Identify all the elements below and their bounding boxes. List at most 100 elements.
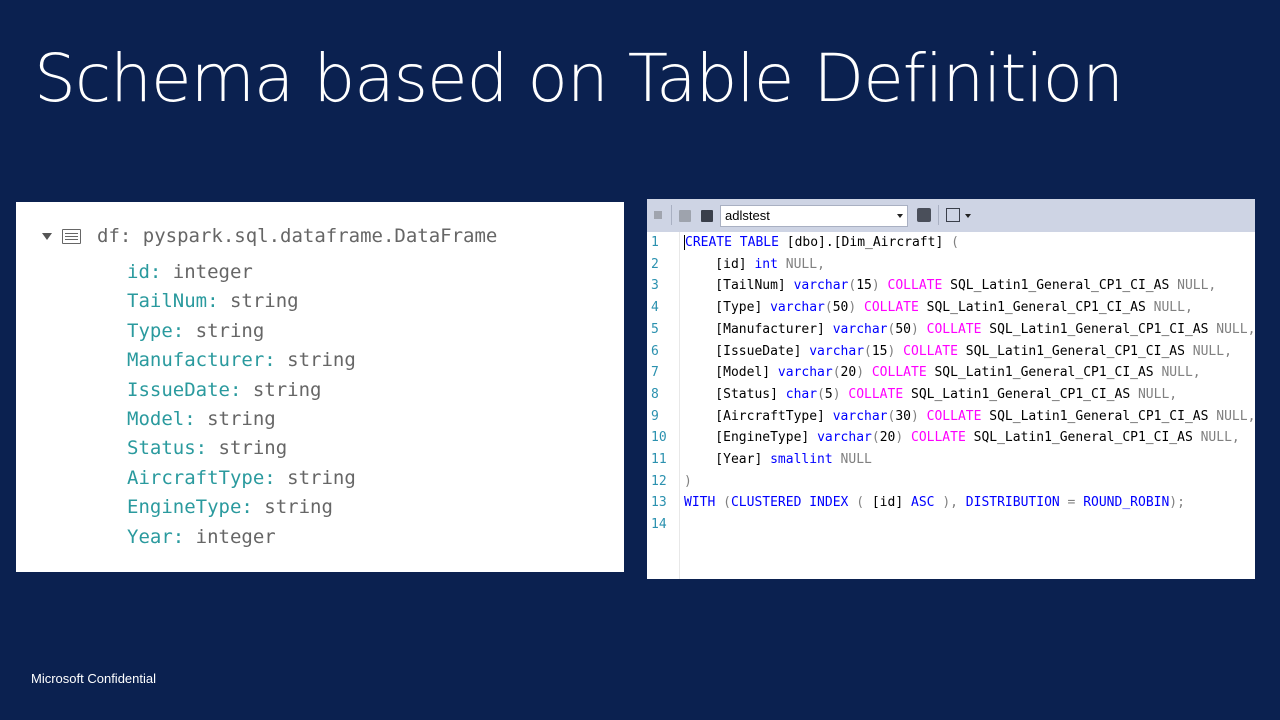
code-token: CLUSTERED INDEX	[730, 495, 849, 511]
slide-title: Schema based on Table Definition	[34, 40, 1124, 117]
code-token: (	[723, 495, 731, 511]
code-token: 30	[895, 408, 911, 424]
code-token: varchar	[817, 430, 872, 446]
database-select[interactable]: adlstest	[720, 205, 908, 227]
code-token: )	[832, 386, 841, 402]
code-token: SQL_Latin1_General_CP1_CI_AS	[965, 430, 1201, 446]
code-token: [Status]	[684, 386, 786, 402]
results-grid-icon[interactable]	[946, 208, 960, 222]
code-token: )	[871, 278, 880, 294]
connect-icon[interactable]	[679, 210, 691, 222]
code-token: COLLATE	[903, 343, 958, 359]
code-token: 15	[871, 343, 888, 359]
code-token: NULL,	[785, 256, 825, 272]
code-token: ASC	[911, 495, 935, 511]
code-text: [IssueDate] varchar(15) COLLATE SQL_Lati…	[684, 341, 1232, 363]
editor-toolbar: adlstest	[647, 199, 1255, 232]
schema-field: Model: string	[127, 405, 356, 434]
schema-field-list: id: integer TailNum: string Type: string Ma…	[127, 258, 356, 552]
code-text: [id] int NULL,	[684, 254, 825, 276]
code-token: 20	[879, 430, 896, 446]
code-token: [TailNum]	[684, 278, 794, 294]
code-token: COLLATE	[926, 408, 982, 424]
field-name: id:	[127, 261, 162, 283]
code-token: SQL_Latin1_General_CP1_CI_AS	[926, 365, 1162, 381]
line-number: 7	[651, 365, 659, 381]
code-text: )	[684, 471, 692, 493]
code-token: NULL,	[1192, 343, 1232, 359]
schema-field: id: integer	[127, 258, 356, 287]
field-type: string	[207, 437, 288, 460]
code-token: )	[856, 365, 865, 381]
code-token: 15	[856, 278, 872, 294]
code-token: varchar	[793, 278, 849, 294]
code-text: [Type] varchar(50) COLLATE SQL_Latin1_Ge…	[684, 297, 1193, 319]
code-token: varchar	[777, 365, 833, 381]
code-token: varchar	[809, 343, 865, 359]
code-token: SQL_Latin1_General_CP1_CI_AS	[981, 321, 1217, 337]
line-number: 8	[651, 386, 659, 402]
change-connection-icon[interactable]	[701, 210, 713, 222]
code-token: ),	[942, 495, 958, 511]
code-token: NULL,	[1137, 386, 1178, 402]
code-token: varchar	[770, 300, 825, 316]
code-area[interactable]: 1 CREATE TABLE [dbo].[Dim_Aircraft] (2 [i…	[647, 232, 1255, 579]
code-text: [Year] smallint NULL	[684, 449, 872, 471]
collapse-caret-icon[interactable]	[42, 232, 52, 240]
code-token: int	[754, 256, 778, 272]
code-token: NULL,	[1216, 408, 1255, 424]
code-token: NULL,	[1153, 300, 1193, 316]
code-token: NULL	[840, 452, 872, 467]
code-token: SQL_Latin1_General_CP1_CI_AS	[942, 278, 1178, 294]
field-name: TailNum:	[127, 290, 219, 313]
dataframe-title: df: pyspark.sql.dataframe.DataFrame	[97, 225, 498, 247]
toolbar-separator	[938, 205, 939, 225]
line-number: 4	[651, 300, 659, 316]
code-token: [IssueDate]	[684, 343, 810, 359]
schema-field: IssueDate: string	[127, 376, 356, 405]
code-token: COLLATE	[864, 300, 919, 316]
code-token: COLLATE	[911, 430, 966, 446]
code-token: )	[911, 321, 919, 337]
line-number: 11	[651, 452, 667, 467]
stop-icon[interactable]	[654, 211, 662, 219]
code-token: [id]	[864, 495, 911, 511]
chevron-down-icon[interactable]	[965, 214, 971, 218]
schema-field: AircraftType: string	[127, 464, 356, 493]
line-number: 14	[651, 517, 667, 533]
field-name: AircraftType:	[127, 466, 276, 489]
line-number: 10	[651, 430, 667, 446]
code-token: [id]	[684, 256, 755, 272]
code-token: (	[856, 495, 865, 511]
schema-field: EngineType: string	[127, 493, 356, 522]
code-token: COLLATE	[871, 365, 927, 381]
field-type: string	[275, 349, 356, 372]
schema-field: Year: integer	[127, 523, 356, 552]
field-type: string	[241, 378, 322, 401]
code-token: COLLATE	[926, 321, 982, 337]
code-token: [EngineType]	[684, 430, 818, 446]
field-name: Model:	[127, 407, 196, 430]
line-number: 12	[651, 473, 667, 489]
line-number: 13	[651, 495, 667, 511]
code-token: (	[871, 430, 880, 446]
code-token: );	[1169, 495, 1185, 511]
code-text: CREATE TABLE [dbo].[Dim_Aircraft] (	[684, 232, 959, 254]
database-refresh-icon[interactable]	[917, 208, 931, 222]
field-name: Year:	[127, 525, 185, 548]
schema-field: TailNum: string	[127, 287, 356, 316]
field-name: Manufacturer:	[127, 349, 276, 372]
line-number: 9	[651, 408, 659, 424]
code-token: char	[785, 386, 818, 402]
field-name: Type:	[127, 319, 185, 342]
code-token: [Year]	[684, 452, 771, 467]
code-token: 20	[840, 365, 857, 381]
